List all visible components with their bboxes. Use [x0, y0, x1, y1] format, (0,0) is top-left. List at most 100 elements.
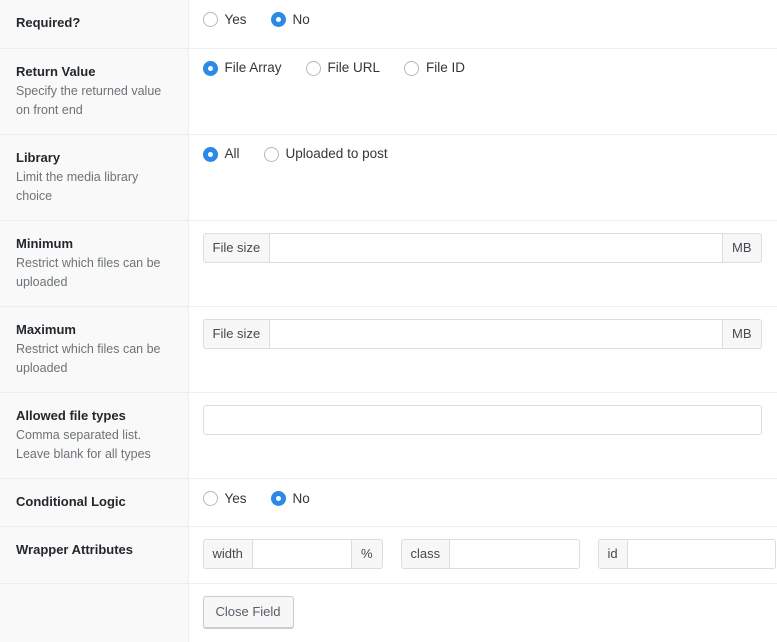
maximum-file-size-input[interactable] [269, 319, 723, 349]
radio-text-library-all: All [225, 147, 240, 161]
radio-icon-unchecked[interactable] [404, 61, 419, 76]
wrapper-width-input[interactable] [252, 539, 352, 569]
radio-label-conditional-logic-no[interactable]: No [271, 491, 310, 506]
field-cell-maximum: File size MB [188, 306, 777, 392]
input-group-minimum-file-size: File size MB [203, 233, 762, 263]
setting-row-return-value: Return Value Specify the returned value … [0, 48, 777, 134]
setting-row-minimum: Minimum Restrict which files can be uplo… [0, 220, 777, 306]
radio-option-conditional-logic-yes[interactable]: Yes [203, 491, 247, 506]
radio-icon-checked[interactable] [203, 147, 218, 162]
radio-text-return-file-id: File ID [426, 61, 465, 75]
label-cell-required: Required? [0, 0, 188, 48]
radio-label-return-file-id[interactable]: File ID [404, 61, 465, 76]
addon-suffix-percent: % [352, 539, 383, 569]
input-group-wrapper-id: id [598, 539, 776, 569]
setting-row-actions: Close Field [0, 584, 777, 642]
field-label-required: Required? [16, 14, 174, 32]
field-cell-minimum: File size MB [188, 220, 777, 306]
setting-row-allowed-file-types: Allowed file types Comma separated list.… [0, 392, 777, 478]
label-cell-minimum: Minimum Restrict which files can be uplo… [0, 220, 188, 306]
wrapper-id-input[interactable] [627, 539, 776, 569]
radio-option-return-file-array[interactable]: File Array [203, 61, 282, 76]
radio-text-library-uploaded-to-post: Uploaded to post [286, 147, 388, 161]
input-group-maximum-file-size: File size MB [203, 319, 762, 349]
setting-row-required: Required? Yes No [0, 0, 777, 48]
wrapper-attributes-group: width % class id [203, 539, 764, 569]
field-cell-library: All Uploaded to post [188, 134, 777, 220]
label-cell-conditional-logic: Conditional Logic [0, 478, 188, 527]
radio-icon-unchecked[interactable] [306, 61, 321, 76]
addon-suffix-mb: MB [723, 233, 762, 263]
radio-label-library-uploaded-to-post[interactable]: Uploaded to post [264, 147, 388, 162]
addon-prefix-id: id [598, 539, 627, 569]
setting-row-conditional-logic: Conditional Logic Yes No [0, 478, 777, 527]
label-cell-maximum: Maximum Restrict which files can be uplo… [0, 306, 188, 392]
addon-prefix-class: class [401, 539, 450, 569]
field-cell-required: Yes No [188, 0, 777, 48]
radio-option-conditional-logic-no[interactable]: No [271, 491, 310, 506]
radio-group-library: All Uploaded to post [203, 147, 764, 162]
radio-icon-unchecked[interactable] [203, 491, 218, 506]
label-cell-library: Library Limit the media library choice [0, 134, 188, 220]
radio-option-return-file-id[interactable]: File ID [404, 61, 465, 76]
field-cell-actions: Close Field [188, 584, 777, 642]
field-label-minimum: Minimum [16, 235, 174, 253]
wrapper-class-input[interactable] [449, 539, 579, 569]
radio-text-required-no: No [293, 13, 310, 27]
radio-option-library-all[interactable]: All [203, 147, 240, 162]
input-group-wrapper-width: width % [203, 539, 383, 569]
field-label-return-value: Return Value [16, 63, 174, 81]
field-label-wrapper-attributes: Wrapper Attributes [16, 541, 174, 559]
field-instructions-maximum: Restrict which files can be uploaded [16, 340, 174, 378]
minimum-file-size-input[interactable] [269, 233, 723, 263]
radio-label-conditional-logic-yes[interactable]: Yes [203, 491, 247, 506]
label-cell-allowed-file-types: Allowed file types Comma separated list.… [0, 392, 188, 478]
radio-option-required-no[interactable]: No [271, 12, 310, 27]
radio-label-library-all[interactable]: All [203, 147, 240, 162]
field-instructions-minimum: Restrict which files can be uploaded [16, 254, 174, 292]
radio-group-conditional-logic: Yes No [203, 491, 764, 506]
radio-icon-checked[interactable] [203, 61, 218, 76]
field-label-maximum: Maximum [16, 321, 174, 339]
setting-row-library: Library Limit the media library choice A… [0, 134, 777, 220]
field-label-conditional-logic: Conditional Logic [16, 493, 174, 511]
field-instructions-library: Limit the media library choice [16, 168, 174, 206]
field-label-allowed-file-types: Allowed file types [16, 407, 174, 425]
addon-prefix-file-size: File size [203, 233, 270, 263]
input-group-wrapper-class: class [401, 539, 580, 569]
radio-text-conditional-logic-no: No [293, 492, 310, 506]
field-cell-return-value: File Array File URL File ID [188, 48, 777, 134]
radio-option-return-file-url[interactable]: File URL [306, 61, 381, 76]
field-label-library: Library [16, 149, 174, 167]
radio-icon-unchecked[interactable] [203, 12, 218, 27]
radio-text-conditional-logic-yes: Yes [225, 492, 247, 506]
setting-row-wrapper-attributes: Wrapper Attributes width % class id [0, 527, 777, 584]
radio-label-return-file-array[interactable]: File Array [203, 61, 282, 76]
label-cell-actions [0, 584, 188, 642]
addon-suffix-mb: MB [723, 319, 762, 349]
label-cell-return-value: Return Value Specify the returned value … [0, 48, 188, 134]
radio-option-library-uploaded-to-post[interactable]: Uploaded to post [264, 147, 388, 162]
setting-row-maximum: Maximum Restrict which files can be uplo… [0, 306, 777, 392]
radio-icon-unchecked[interactable] [264, 147, 279, 162]
label-cell-wrapper-attributes: Wrapper Attributes [0, 527, 188, 584]
radio-text-return-file-url: File URL [328, 61, 381, 75]
radio-icon-checked[interactable] [271, 491, 286, 506]
radio-label-required-yes[interactable]: Yes [203, 12, 247, 27]
field-instructions-allowed-file-types: Comma separated list. Leave blank for al… [16, 426, 174, 464]
radio-group-required: Yes No [203, 12, 764, 27]
radio-group-return-value: File Array File URL File ID [203, 61, 764, 76]
field-cell-conditional-logic: Yes No [188, 478, 777, 527]
addon-prefix-file-size: File size [203, 319, 270, 349]
addon-prefix-width: width [203, 539, 252, 569]
radio-text-required-yes: Yes [225, 13, 247, 27]
field-instructions-return-value: Specify the returned value on front end [16, 82, 174, 120]
radio-label-return-file-url[interactable]: File URL [306, 61, 381, 76]
field-cell-wrapper-attributes: width % class id [188, 527, 777, 584]
close-field-button[interactable]: Close Field [203, 596, 294, 628]
radio-option-required-yes[interactable]: Yes [203, 12, 247, 27]
radio-icon-checked[interactable] [271, 12, 286, 27]
radio-label-required-no[interactable]: No [271, 12, 310, 27]
allowed-file-types-input[interactable] [203, 405, 762, 435]
field-cell-allowed-file-types [188, 392, 777, 478]
